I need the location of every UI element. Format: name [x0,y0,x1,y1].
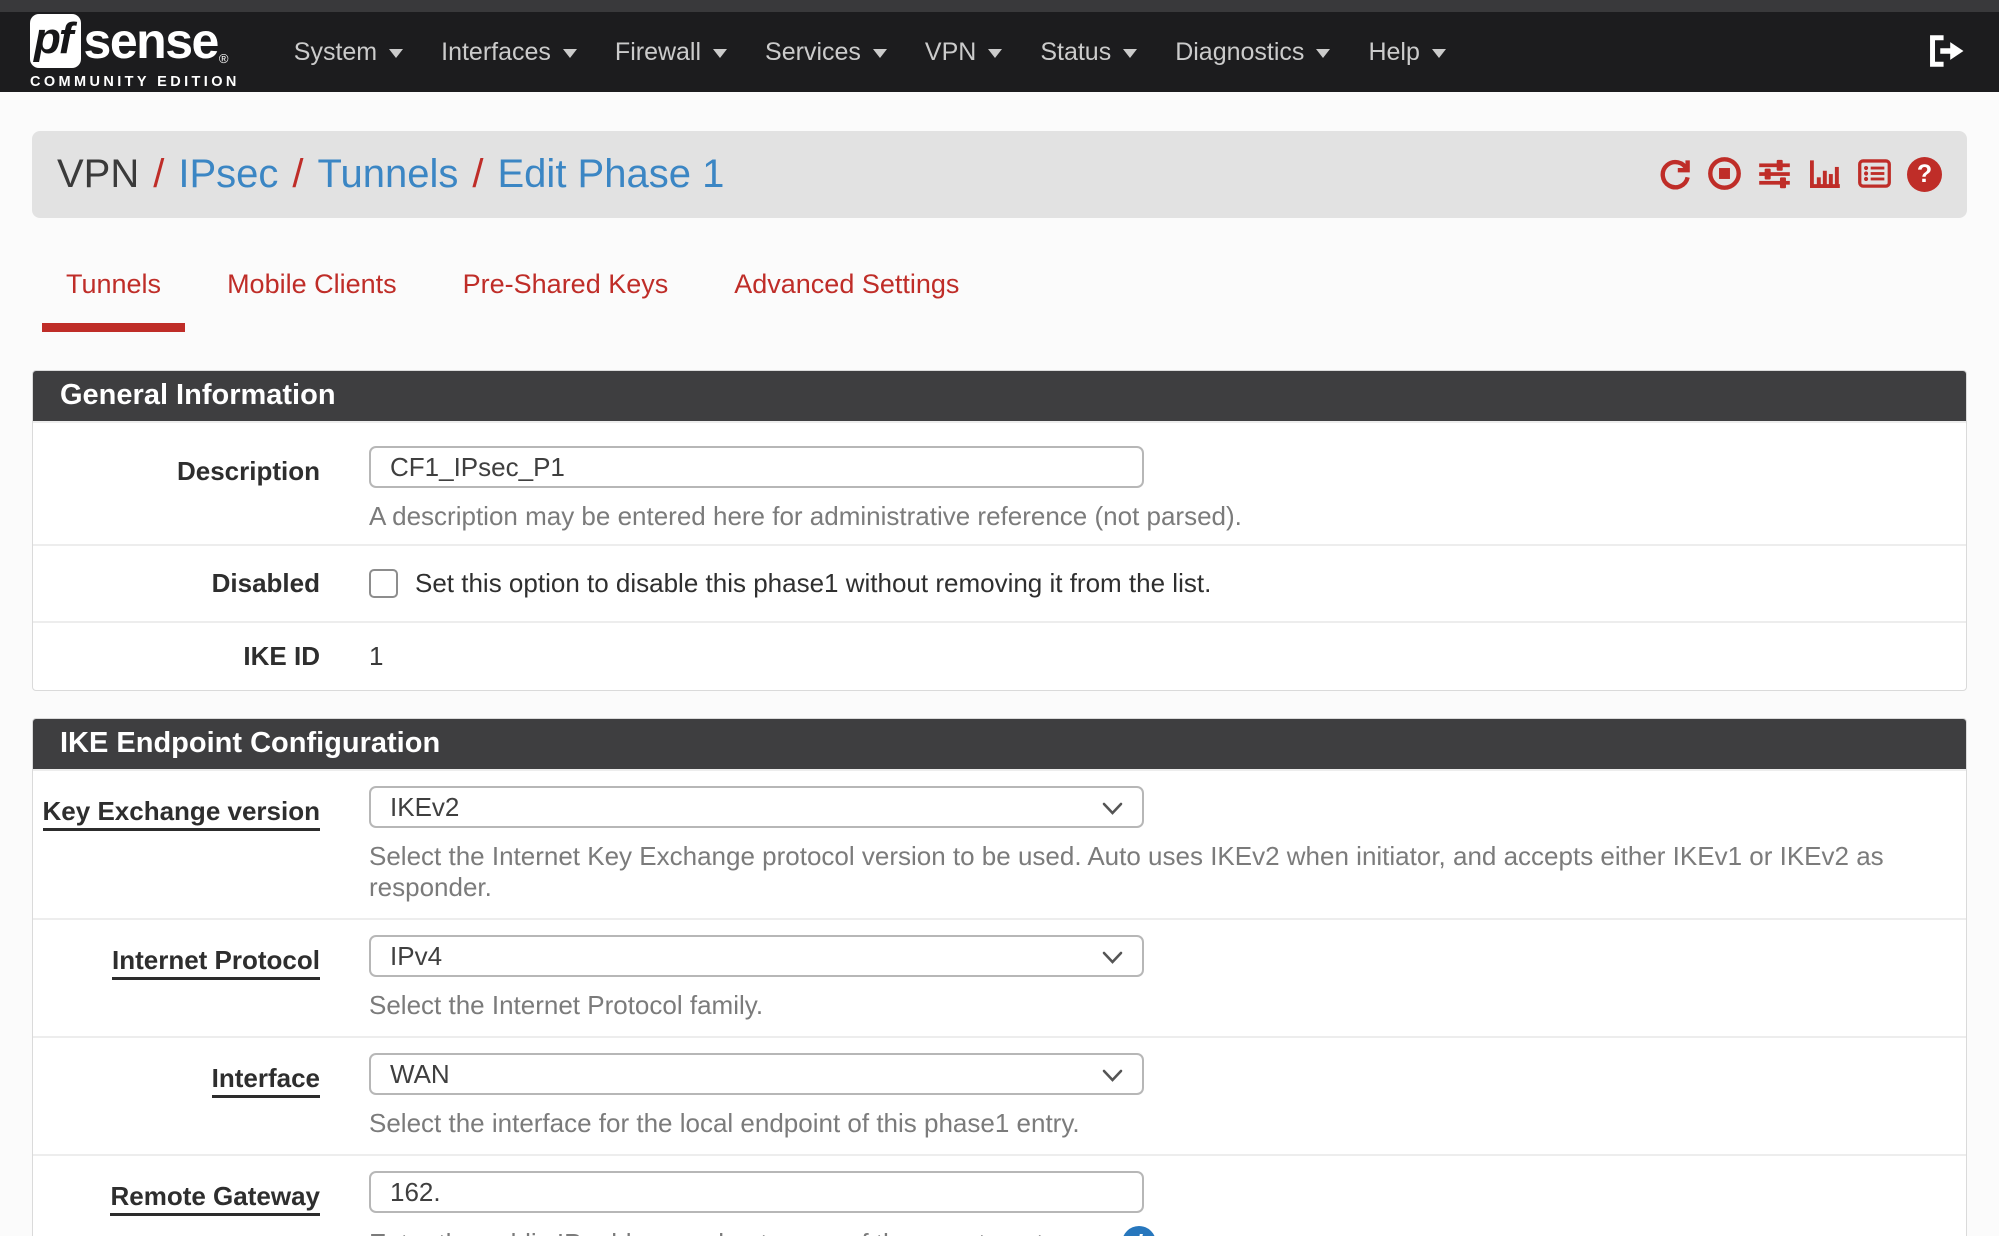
caret-down-icon [1432,49,1446,58]
bar-chart-icon [1807,156,1842,194]
description-row: Description A description may be entered… [33,421,1966,544]
tab-pre-shared-keys[interactable]: Pre-Shared Keys [439,269,693,332]
remote-gateway-row: Remote Gateway Enter the public IP addre… [33,1154,1966,1236]
breadcrumb-separator: / [153,152,164,197]
caret-down-icon [563,49,577,58]
help-icon: ? [1907,157,1942,192]
key-exchange-version-help: Select the Internet Key Exchange protoco… [369,841,1966,903]
caret-down-icon [389,49,403,58]
breadcrumb-link-edit-phase-1[interactable]: Edit Phase 1 [498,152,725,197]
disabled-checkbox[interactable] [369,569,398,598]
breadcrumb-separator: / [292,152,303,197]
sense-logo-text: sense [84,16,218,66]
description-label: Description [33,446,320,532]
stop-button[interactable] [1707,156,1742,194]
nav-item-services[interactable]: Services [765,38,887,67]
remote-gateway-label: Remote Gateway [33,1171,320,1236]
key-exchange-version-select[interactable]: IKEv2 [369,786,1144,828]
key-exchange-version-label: Key Exchange version [33,786,320,903]
description-input[interactable] [369,446,1144,488]
logout-button[interactable] [1927,34,1969,71]
general-information-panel: General Information Description A descri… [32,370,1967,691]
nav-item-firewall[interactable]: Firewall [615,38,727,67]
page-action-icons: ? [1657,156,1942,194]
status-graph-button[interactable] [1807,156,1842,194]
disabled-label: Disabled [33,568,320,599]
tab-mobile-clients[interactable]: Mobile Clients [203,269,421,332]
help-button[interactable]: ? [1907,157,1942,192]
caret-down-icon [1316,49,1330,58]
sign-out-icon [1927,34,1969,71]
nav-item-diagnostics[interactable]: Diagnostics [1175,38,1330,67]
breadcrumb: VPN / IPsec / Tunnels / Edit Phase 1 [57,152,724,197]
navbar-menu: System Interfaces Firewall Services VPN … [294,38,1484,67]
caret-down-icon [1123,49,1137,58]
sliders-icon [1757,156,1792,194]
chevron-down-icon [1102,792,1123,823]
interface-row: Interface WAN Select the interface for t… [33,1036,1966,1154]
interface-label: Interface [33,1053,320,1139]
info-icon[interactable]: i [1122,1226,1156,1236]
log-view-button[interactable] [1857,156,1892,194]
section-title: IKE Endpoint Configuration [33,719,1966,769]
nav-item-status[interactable]: Status [1040,38,1137,67]
main-navbar: pf sense ® COMMUNITY EDITION System Inte… [0,12,1999,92]
ike-id-value: 1 [369,641,383,671]
chevron-down-icon [1102,1059,1123,1090]
stop-icon [1707,156,1742,194]
pfsense-page: pf sense ® COMMUNITY EDITION System Inte… [0,0,1999,1236]
pfsense-logo[interactable]: pf sense ® COMMUNITY EDITION [30,14,240,90]
internet-protocol-label: Internet Protocol [33,935,320,1021]
internet-protocol-help: Select the Internet Protocol family. [369,990,1966,1021]
description-help: A description may be entered here for ad… [369,501,1966,532]
interface-select[interactable]: WAN [369,1053,1144,1095]
nav-item-help[interactable]: Help [1368,38,1445,67]
window-top-strip [0,0,1999,12]
section-title: General Information [33,371,1966,421]
breadcrumb-link-tunnels[interactable]: Tunnels [318,152,459,197]
tab-bar: Tunnels Mobile Clients Pre-Shared Keys A… [42,269,1999,332]
key-exchange-version-row: Key Exchange version IKEv2 Select the In… [33,769,1966,918]
chevron-down-icon [1102,941,1123,972]
breadcrumb-separator: / [472,152,483,197]
registered-mark: ® [219,51,229,66]
interface-help: Select the interface for the local endpo… [369,1108,1966,1139]
pf-logo-box: pf [30,14,81,68]
refresh-button[interactable] [1657,156,1692,194]
disabled-checkbox-label: Set this option to disable this phase1 w… [415,568,1211,599]
refresh-icon [1657,156,1692,194]
remote-gateway-input[interactable] [369,1171,1144,1213]
community-edition-label: COMMUNITY EDITION [30,74,240,90]
nav-item-vpn[interactable]: VPN [925,38,1002,67]
ike-id-row: IKE ID 1 [33,621,1966,690]
ike-endpoint-configuration-panel: IKE Endpoint Configuration Key Exchange … [32,718,1967,1236]
tab-advanced-settings[interactable]: Advanced Settings [710,269,983,332]
remote-gateway-help: Enter the public IP address or host name… [369,1226,1966,1236]
breadcrumb-bar: VPN / IPsec / Tunnels / Edit Phase 1 [32,131,1967,218]
internet-protocol-row: Internet Protocol IPv4 Select the Intern… [33,918,1966,1036]
nav-item-interfaces[interactable]: Interfaces [441,38,577,67]
tab-tunnels[interactable]: Tunnels [42,269,185,332]
sliders-button[interactable] [1757,156,1792,194]
caret-down-icon [873,49,887,58]
breadcrumb-root: VPN [57,152,139,197]
caret-down-icon [713,49,727,58]
breadcrumb-link-ipsec[interactable]: IPsec [178,152,278,197]
disabled-row: Disabled Set this option to disable this… [33,544,1966,621]
nav-item-system[interactable]: System [294,38,403,67]
ike-id-label: IKE ID [33,641,320,672]
caret-down-icon [988,49,1002,58]
internet-protocol-select[interactable]: IPv4 [369,935,1144,977]
pfsense-wordmark: pf sense ® [30,14,240,68]
list-icon [1857,156,1892,194]
